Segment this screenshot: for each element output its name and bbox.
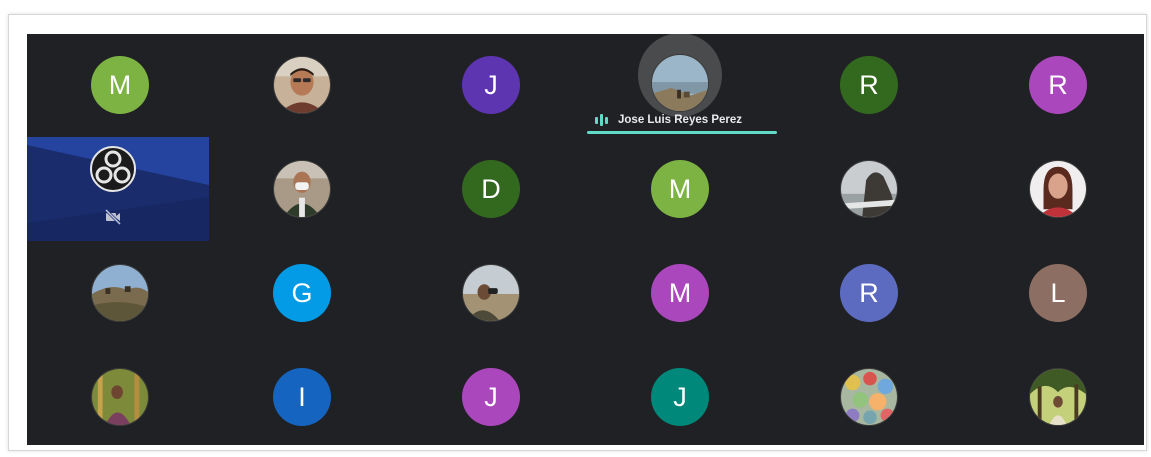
meeting-grid: M J R R Jose Luis Reyes Perez D M G M R … xyxy=(27,34,1144,445)
participant-tile[interactable]: J xyxy=(398,34,584,136)
participant-avatar: D xyxy=(462,160,520,218)
participant-avatar: J xyxy=(651,368,709,426)
participant-tile[interactable]: R xyxy=(776,34,962,136)
participant-avatar: L xyxy=(1029,264,1087,322)
active-speaker-indicator xyxy=(587,131,777,134)
man-portrait-photo xyxy=(274,57,330,113)
participant-photo xyxy=(651,54,709,112)
participant-tile[interactable]: G xyxy=(209,242,395,344)
participant-tile[interactable]: D xyxy=(398,138,584,240)
participant-tile[interactable] xyxy=(27,242,213,344)
participant-tile[interactable] xyxy=(776,138,962,240)
participant-avatar: M xyxy=(651,160,709,218)
participant-avatar: I xyxy=(273,368,331,426)
participant-tile[interactable]: I xyxy=(209,346,395,445)
participant-avatar: J xyxy=(462,368,520,426)
participant-avatar: M xyxy=(91,56,149,114)
man-binoculars-photo xyxy=(463,265,519,321)
participant-tile[interactable]: R xyxy=(965,34,1144,136)
participant-photo xyxy=(91,264,149,322)
participant-tile[interactable]: L xyxy=(965,242,1144,344)
participant-avatar: R xyxy=(840,264,898,322)
hill-village-photo xyxy=(92,265,148,321)
woman-portrait-photo xyxy=(1030,161,1086,217)
colorful-stones-photo xyxy=(841,369,897,425)
participant-avatar: M xyxy=(651,264,709,322)
participant-avatar: J xyxy=(462,56,520,114)
participant-photo xyxy=(1029,368,1087,426)
sea-cliff-photo xyxy=(841,161,897,217)
man-mask-vest-photo xyxy=(274,161,330,217)
audio-level-icon xyxy=(595,114,608,126)
participant-tile[interactable]: M xyxy=(587,242,773,344)
participant-avatar: G xyxy=(273,264,331,322)
participant-tile[interactable]: J xyxy=(398,346,584,445)
participant-photo xyxy=(91,368,149,426)
participant-tile[interactable]: M xyxy=(587,138,773,240)
participant-tile[interactable] xyxy=(209,138,395,240)
active-speaker-label: Jose Luis Reyes Perez xyxy=(595,110,742,130)
participant-tile[interactable] xyxy=(398,242,584,344)
participant-avatar: R xyxy=(840,56,898,114)
participant-photo xyxy=(462,264,520,322)
participant-photo xyxy=(1029,160,1087,218)
participant-photo xyxy=(840,160,898,218)
active-speaker-name: Jose Luis Reyes Perez xyxy=(618,114,743,126)
participant-tile[interactable]: J xyxy=(587,346,773,445)
obs-studio-icon xyxy=(90,146,136,192)
person-forest-photo xyxy=(92,369,148,425)
participant-tile[interactable] xyxy=(27,346,213,445)
participant-tile[interactable] xyxy=(965,138,1144,240)
participant-photo xyxy=(840,368,898,426)
camera-off-icon xyxy=(104,208,122,226)
participant-tile[interactable]: M xyxy=(27,34,213,136)
landscape-coast-photo xyxy=(652,55,708,111)
participant-avatar: R xyxy=(1029,56,1087,114)
participant-tile[interactable]: R xyxy=(776,242,962,344)
participant-tile[interactable] xyxy=(209,34,395,136)
participant-tile[interactable] xyxy=(776,346,962,445)
presenter-tile[interactable] xyxy=(27,137,209,241)
participant-photo xyxy=(273,160,331,218)
participant-tile[interactable] xyxy=(965,346,1144,445)
person-trees-photo xyxy=(1030,369,1086,425)
participant-photo xyxy=(273,56,331,114)
